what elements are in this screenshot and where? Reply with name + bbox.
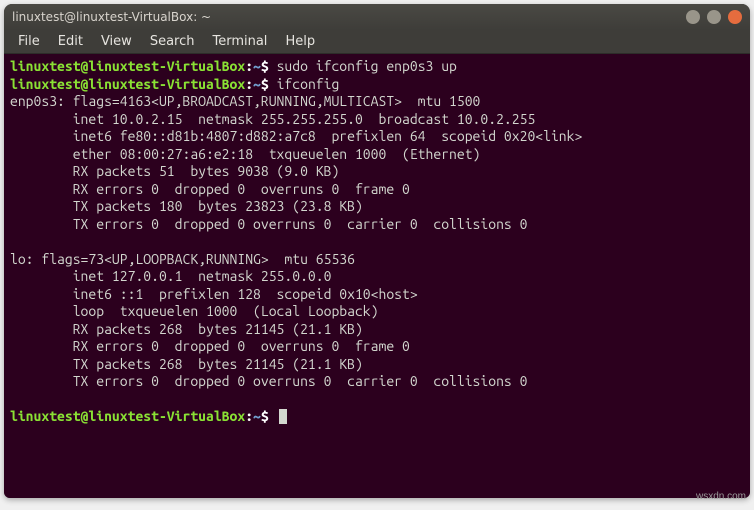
output-line: inet 127.0.0.1 netmask 255.0.0.0: [10, 268, 331, 284]
output-line: inet 10.0.2.15 netmask 255.255.255.0 bro…: [10, 111, 535, 127]
menu-help[interactable]: Help: [277, 32, 323, 51]
close-button[interactable]: [728, 10, 742, 24]
prompt-user-host: linuxtest@linuxtest-VirtualBox: [10, 58, 245, 74]
output-line: TX packets 268 bytes 21145 (21.1 KB): [10, 356, 363, 372]
prompt-path: ~: [253, 408, 261, 424]
prompt-suffix: $: [261, 58, 269, 74]
output-line: TX errors 0 dropped 0 overruns 0 carrier…: [10, 216, 527, 232]
prompt-separator: :: [245, 58, 253, 74]
prompt-separator: :: [245, 76, 253, 92]
output-line: inet6 fe80::d81b:4807:d882:a7c8 prefixle…: [10, 128, 582, 144]
menu-file[interactable]: File: [10, 32, 48, 51]
terminal-body[interactable]: linuxtest@linuxtest-VirtualBox:~$ sudo i…: [4, 54, 750, 498]
output-line: RX errors 0 dropped 0 overruns 0 frame 0: [10, 181, 410, 197]
prompt-user-host: linuxtest@linuxtest-VirtualBox: [10, 408, 245, 424]
output-line: enp0s3: flags=4163<UP,BROADCAST,RUNNING,…: [10, 93, 480, 109]
menu-search[interactable]: Search: [142, 32, 203, 51]
output-line: loop txqueuelen 1000 (Local Loopback): [10, 303, 378, 319]
titlebar[interactable]: linuxtest@linuxtest-VirtualBox: ~: [4, 4, 750, 30]
menubar: File Edit View Search Terminal Help: [4, 30, 750, 54]
output-line: ether 08:00:27:a6:e2:18 txqueuelen 1000 …: [10, 146, 480, 162]
prompt-path: ~: [253, 58, 261, 74]
command-2: ifconfig: [277, 76, 340, 92]
prompt-user-host: linuxtest@linuxtest-VirtualBox: [10, 76, 245, 92]
prompt-path: ~: [253, 76, 261, 92]
output-line: lo: flags=73<UP,LOOPBACK,RUNNING> mtu 65…: [10, 251, 355, 267]
output-line: TX errors 0 dropped 0 overruns 0 carrier…: [10, 373, 527, 389]
window-controls: [686, 10, 742, 24]
maximize-button[interactable]: [707, 10, 721, 24]
menu-view[interactable]: View: [93, 32, 140, 51]
watermark: wsxdn.com: [696, 491, 746, 502]
prompt-suffix: $: [261, 408, 269, 424]
terminal-window: linuxtest@linuxtest-VirtualBox: ~ File E…: [4, 4, 750, 498]
output-line: RX packets 51 bytes 9038 (9.0 KB): [10, 163, 339, 179]
prompt-suffix: $: [261, 76, 269, 92]
window-title: linuxtest@linuxtest-VirtualBox: ~: [12, 10, 680, 24]
prompt-separator: :: [245, 408, 253, 424]
menu-edit[interactable]: Edit: [50, 32, 91, 51]
cursor-icon: [279, 409, 287, 424]
output-line: inet6 ::1 prefixlen 128 scopeid 0x10<hos…: [10, 286, 418, 302]
menu-terminal[interactable]: Terminal: [204, 32, 275, 51]
command-1: sudo ifconfig enp0s3 up: [277, 58, 457, 74]
output-line: RX errors 0 dropped 0 overruns 0 frame 0: [10, 338, 410, 354]
output-line: RX packets 268 bytes 21145 (21.1 KB): [10, 321, 363, 337]
output-line: TX packets 180 bytes 23823 (23.8 KB): [10, 198, 363, 214]
minimize-button[interactable]: [686, 10, 700, 24]
